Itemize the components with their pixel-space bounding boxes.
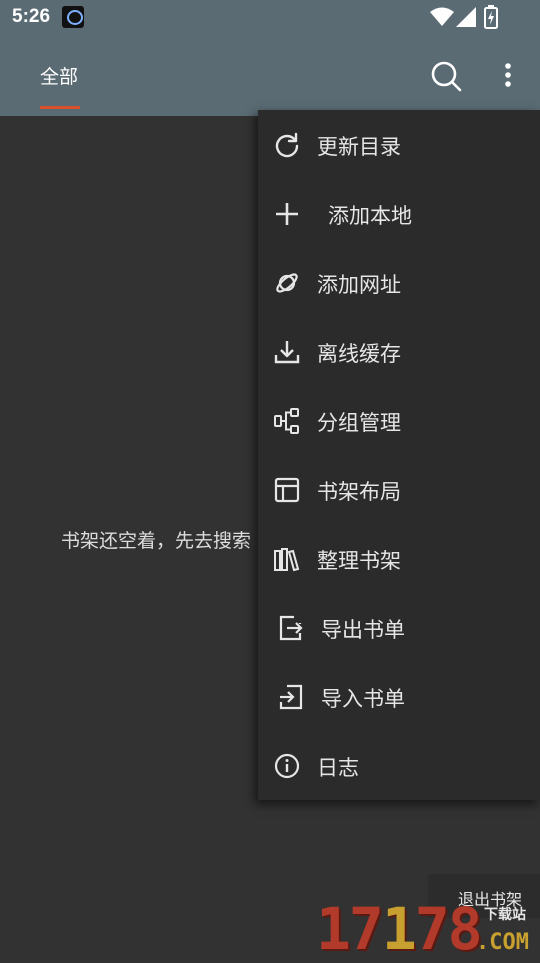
menu-item-arrange-bookshelf[interactable]: 整理书架 (258, 524, 540, 593)
menu-item-label: 导出书单 (321, 618, 405, 642)
menu-item-import-booklist[interactable]: 导入书单 (258, 662, 540, 731)
watermark-number: 17178 (316, 895, 483, 963)
group-icon (274, 408, 299, 434)
menu-item-offline-cache[interactable]: 离线缓存 (258, 317, 540, 386)
plus-icon (276, 203, 298, 225)
menu-item-group-manage[interactable]: 分组管理 (258, 386, 540, 455)
refresh-icon (275, 132, 299, 158)
app-notification-icon (62, 6, 84, 28)
status-time: 5:26 (12, 6, 51, 27)
status-bar: 5:26 (0, 0, 540, 36)
menu-item-export-booklist[interactable]: 导出书单 (258, 593, 540, 662)
planet-icon (276, 273, 298, 293)
info-icon (274, 753, 300, 779)
menu-item-label: 整理书架 (317, 549, 401, 573)
empty-bookshelf-message: 书架还空着，先去搜索 (61, 530, 252, 552)
download-icon (274, 341, 300, 364)
menu-item-label: 添加本地 (328, 204, 412, 228)
more-vert-icon[interactable] (497, 60, 519, 92)
menu-item-add-url[interactable]: 添加网址 (258, 248, 540, 317)
menu-item-add-local[interactable]: 添加本地 (258, 179, 540, 248)
watermark-logo: 17178 下载站 .COM (316, 898, 540, 960)
app-bar: 全部 (0, 36, 540, 116)
menu-item-log[interactable]: 日志 (258, 731, 540, 800)
tab-indicator (40, 106, 80, 109)
menu-item-label: 分组管理 (317, 411, 401, 435)
books-icon (274, 548, 300, 572)
watermark-domain: .COM (476, 930, 529, 955)
wifi-icon (430, 7, 454, 26)
overflow-menu: 更新目录 添加本地 添加网址 离线缓存 分组管理 书架布局 整理书架 导出书单 … (258, 110, 540, 800)
battery-icon (484, 5, 498, 29)
layout-icon (274, 477, 300, 503)
menu-item-update-catalog[interactable]: 更新目录 (258, 110, 540, 179)
menu-item-label: 添加网址 (317, 273, 401, 297)
search-icon[interactable] (430, 60, 462, 92)
signal-icon (456, 7, 476, 27)
menu-item-label: 更新目录 (317, 135, 401, 159)
menu-item-label: 导入书单 (321, 687, 405, 711)
menu-item-bookshelf-layout[interactable]: 书架布局 (258, 455, 540, 524)
menu-item-label: 日志 (317, 756, 359, 780)
watermark-sub: 下载站 (484, 907, 526, 923)
tab-all[interactable]: 全部 (40, 62, 78, 89)
menu-item-label: 离线缓存 (317, 342, 401, 366)
export-icon (279, 615, 303, 641)
import-icon (279, 684, 303, 710)
menu-item-label: 书架布局 (317, 480, 401, 504)
